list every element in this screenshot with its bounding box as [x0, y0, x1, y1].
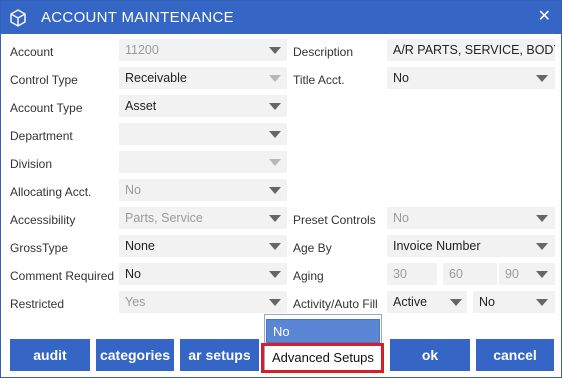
division-label: Division [10, 157, 53, 171]
control-type-select[interactable]: Receivable [119, 67, 287, 89]
account-type-select[interactable]: Asset [119, 95, 287, 117]
division-select[interactable] [119, 151, 287, 173]
aging-label: Aging [293, 269, 324, 283]
accessibility-label: Accessibility [10, 213, 76, 227]
title-bar: ACCOUNT MAINTENANCE ✕ [1, 1, 561, 34]
gross-type-chevron-down-icon[interactable] [269, 243, 281, 250]
autofill-chevron-down-icon[interactable] [536, 299, 548, 306]
restricted-label: Restricted [10, 297, 65, 311]
activity-autofill-label: Activity/Auto Fill [293, 297, 378, 311]
description-input[interactable]: A/R PARTS, SERVICE, BODY [387, 39, 555, 61]
control-type-chevron-down-icon[interactable] [269, 75, 281, 82]
aging-chevron-down-icon[interactable] [536, 271, 548, 278]
ok-button[interactable]: ok [390, 339, 470, 371]
age-by-chevron-down-icon[interactable] [536, 243, 548, 250]
allocating-acct-select[interactable]: No [119, 179, 287, 201]
aging-bucket-1-input[interactable]: 30 [387, 263, 437, 285]
age-by-select[interactable]: Invoice Number [387, 235, 555, 257]
audit-button[interactable]: audit [10, 339, 90, 371]
accessibility-chevron-down-icon[interactable] [269, 215, 281, 222]
dropdown-option-no[interactable]: No [266, 319, 380, 343]
title-acct-select[interactable]: No [387, 67, 555, 89]
cube-icon [10, 9, 26, 27]
allocating-acct-label: Allocating Acct. [10, 185, 92, 199]
ar-setups-button[interactable]: ar setups [180, 339, 259, 371]
restricted-chevron-down-icon[interactable] [269, 299, 281, 306]
allocating-chevron-down-icon[interactable] [269, 187, 281, 194]
comment-required-chevron-down-icon[interactable] [269, 271, 281, 278]
account-type-label: Account Type [10, 101, 83, 115]
dialog-title: ACCOUNT MAINTENANCE [41, 9, 234, 26]
preset-controls-chevron-down-icon[interactable] [536, 215, 548, 222]
account-type-chevron-down-icon[interactable] [269, 103, 281, 110]
preset-controls-select[interactable]: No [387, 207, 555, 229]
account-field[interactable]: 11200 [119, 39, 287, 61]
aging-bucket-2-input[interactable]: 60 [443, 263, 497, 285]
close-icon[interactable]: ✕ [538, 7, 551, 27]
gross-type-label: GrossType [10, 241, 69, 255]
account-chevron-down-icon[interactable] [269, 47, 281, 54]
comment-required-select[interactable]: No [119, 263, 287, 285]
account-label: Account [10, 45, 54, 59]
accessibility-select[interactable]: Parts, Service [119, 207, 287, 229]
comment-required-label: Comment Required [10, 269, 115, 283]
preset-controls-label: Preset Controls [293, 213, 376, 227]
department-select[interactable] [119, 123, 287, 145]
categories-button[interactable]: categories [96, 339, 174, 371]
title-acct-label: Title Acct. [293, 73, 345, 87]
title-acct-chevron-down-icon[interactable] [536, 75, 548, 82]
department-label: Department [10, 129, 73, 143]
control-type-label: Control Type [10, 73, 78, 87]
cancel-button[interactable]: cancel [476, 339, 554, 371]
highlight-box [261, 343, 384, 373]
account-maintenance-dialog: ACCOUNT MAINTENANCE ✕ Account Control Ty… [0, 0, 562, 378]
activity-chevron-down-icon[interactable] [450, 299, 462, 306]
age-by-label: Age By [293, 241, 332, 255]
department-chevron-down-icon[interactable] [269, 131, 281, 138]
division-chevron-down-icon[interactable] [269, 159, 281, 166]
description-label: Description [293, 45, 354, 59]
restricted-select[interactable]: Yes [119, 291, 287, 313]
gross-type-select[interactable]: None [119, 235, 287, 257]
